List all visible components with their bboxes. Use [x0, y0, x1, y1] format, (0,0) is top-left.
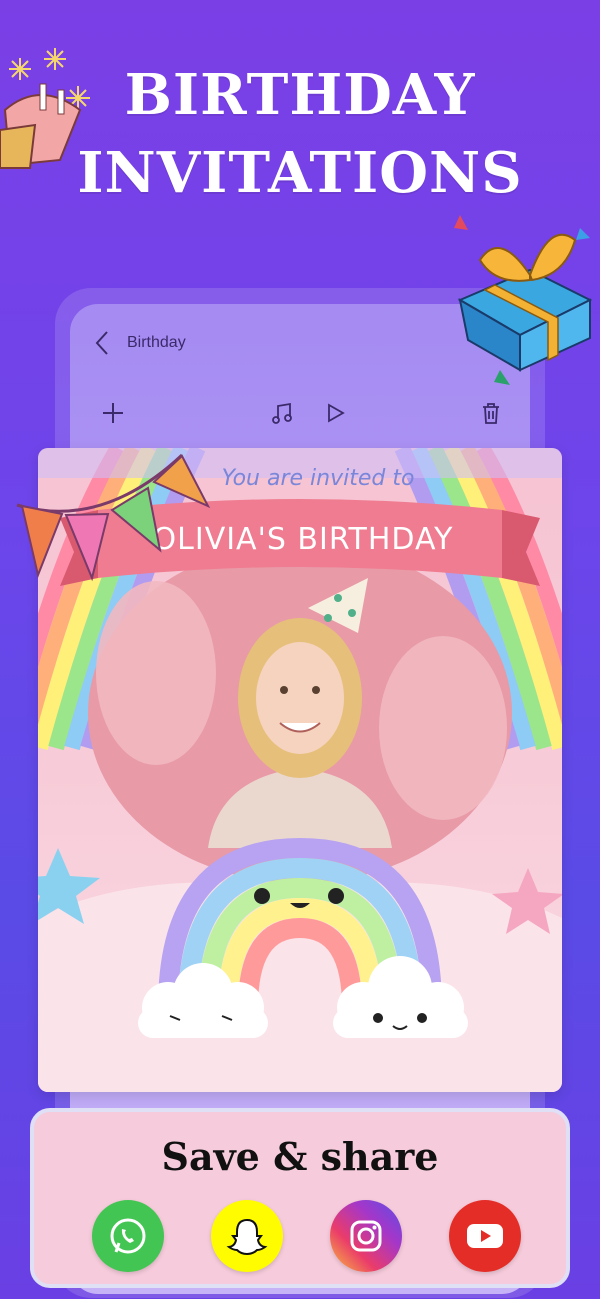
whatsapp-icon [110, 1218, 146, 1254]
invited-text: You are invited to [221, 466, 415, 491]
instagram-share-button[interactable] [330, 1200, 402, 1272]
gift-box-sticker-icon [454, 215, 593, 385]
snapchat-ghost-icon [226, 1218, 268, 1256]
trash-icon[interactable] [478, 400, 504, 426]
whatsapp-share-button[interactable] [92, 1200, 164, 1272]
hero-title-line1: BIRTHDAY [124, 62, 476, 128]
hero-title: BIRTHDAY INVITATIONS [0, 60, 600, 208]
instagram-icon [350, 1220, 382, 1252]
hero-title-line2: INVITATIONS [77, 140, 523, 206]
youtube-share-button[interactable] [449, 1200, 521, 1272]
play-icon[interactable] [322, 400, 348, 426]
screen-title: Birthday [127, 334, 186, 351]
youtube-play-icon [467, 1224, 503, 1248]
bunting-flags-sticker-icon [16, 453, 211, 582]
plus-icon[interactable] [100, 400, 126, 426]
music-note-icon[interactable] [270, 400, 296, 426]
snapchat-share-button[interactable] [211, 1200, 283, 1272]
save-share-title: Save & share [161, 1134, 439, 1179]
save-share-panel: Save & share [30, 1108, 570, 1288]
back-chevron-icon[interactable] [92, 328, 112, 358]
